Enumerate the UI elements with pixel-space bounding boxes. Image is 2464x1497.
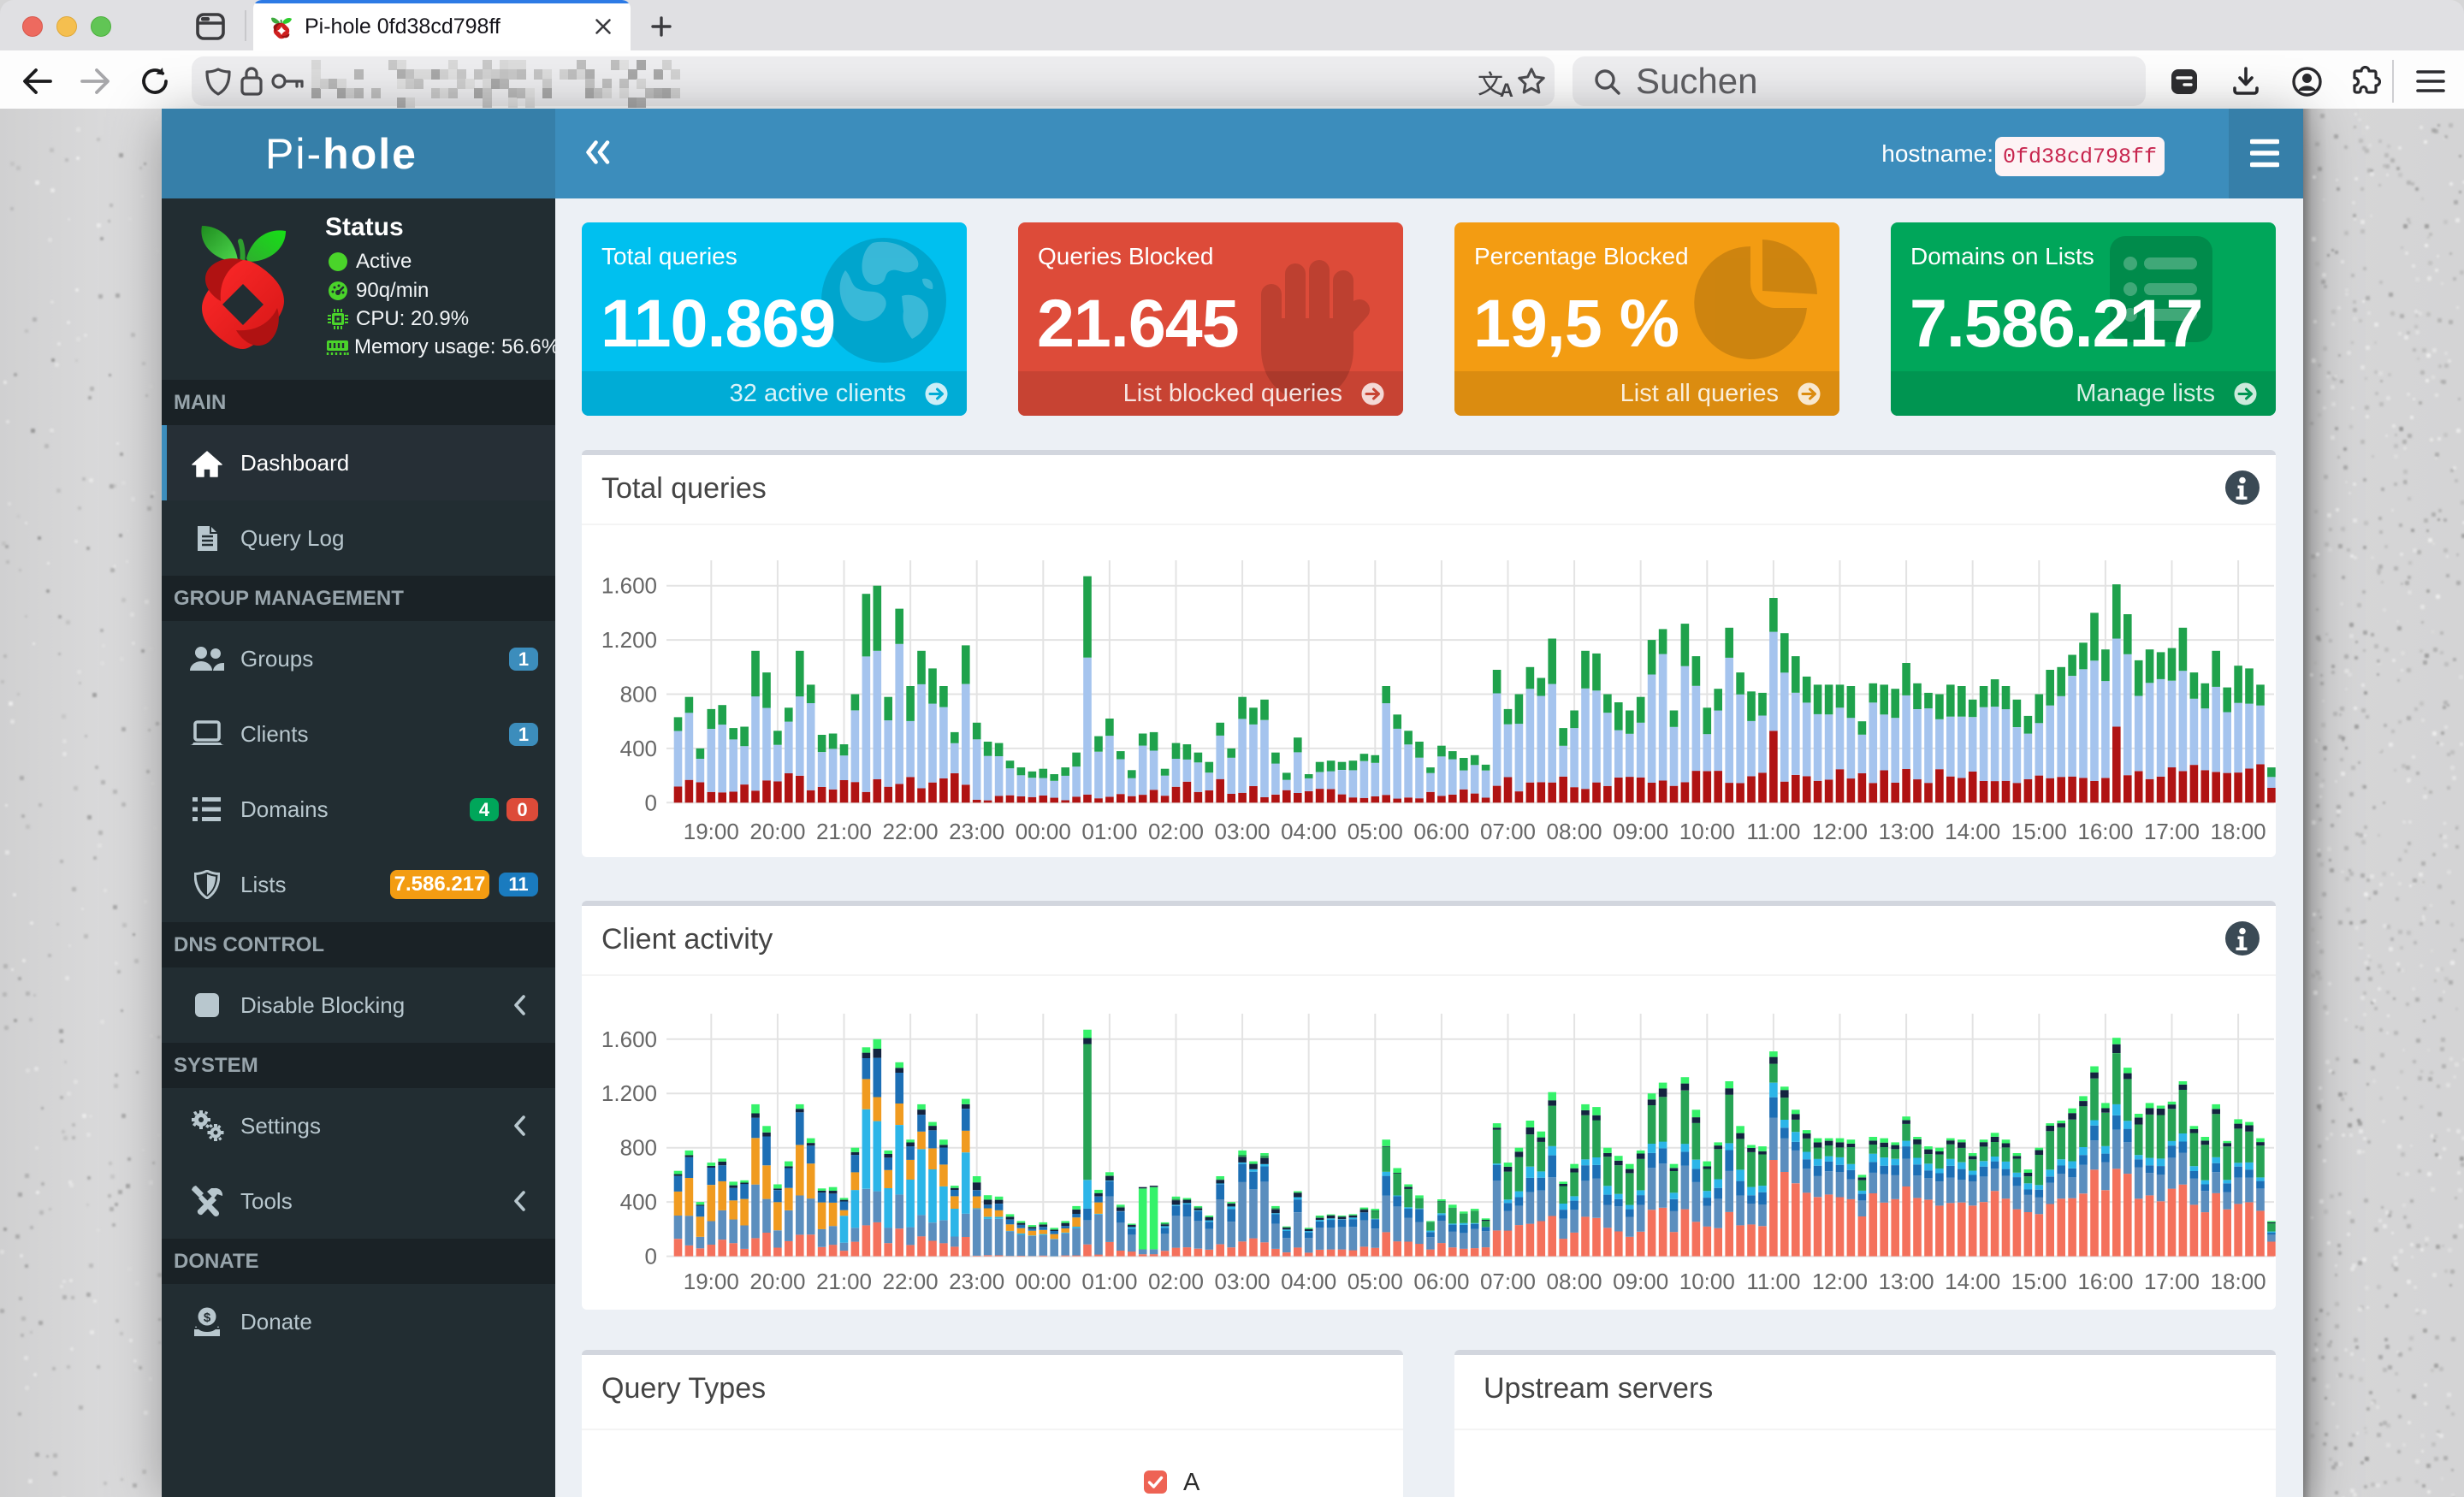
svg-text:08:00: 08:00	[1547, 1269, 1602, 1294]
svg-text:02:00: 02:00	[1148, 819, 1204, 844]
svg-text:1.600: 1.600	[601, 1027, 657, 1052]
svg-text:19:00: 19:00	[684, 1269, 739, 1294]
svg-text:07:00: 07:00	[1480, 819, 1536, 844]
svg-text:400: 400	[620, 736, 657, 761]
svg-text:12:00: 12:00	[1812, 1269, 1868, 1294]
svg-text:06:00: 06:00	[1413, 819, 1469, 844]
svg-text:01:00: 01:00	[1081, 819, 1137, 844]
svg-text:1.600: 1.600	[601, 573, 657, 599]
svg-text:23:00: 23:00	[949, 1269, 1004, 1294]
svg-text:18:00: 18:00	[2211, 1269, 2266, 1294]
svg-text:03:00: 03:00	[1215, 1269, 1270, 1294]
svg-text:00:00: 00:00	[1016, 1269, 1071, 1294]
svg-text:16:00: 16:00	[2077, 1269, 2133, 1294]
svg-text:10:00: 10:00	[1679, 819, 1735, 844]
svg-text:12:00: 12:00	[1812, 819, 1868, 844]
svg-text:0: 0	[645, 790, 657, 815]
svg-text:01:00: 01:00	[1081, 1269, 1137, 1294]
svg-text:400: 400	[620, 1189, 657, 1215]
svg-text:22:00: 22:00	[883, 1269, 939, 1294]
svg-text:20:00: 20:00	[749, 819, 805, 844]
svg-text:05:00: 05:00	[1348, 819, 1403, 844]
svg-text:800: 800	[620, 682, 657, 707]
svg-text:0: 0	[645, 1244, 657, 1269]
svg-text:00:00: 00:00	[1016, 819, 1071, 844]
svg-text:16:00: 16:00	[2077, 819, 2133, 844]
svg-text:21:00: 21:00	[816, 1269, 872, 1294]
svg-text:13:00: 13:00	[1879, 819, 1934, 844]
svg-text:18:00: 18:00	[2211, 819, 2266, 844]
svg-text:14:00: 14:00	[1945, 1269, 2000, 1294]
svg-text:03:00: 03:00	[1215, 819, 1270, 844]
svg-text:09:00: 09:00	[1613, 1269, 1668, 1294]
svg-text:23:00: 23:00	[949, 819, 1004, 844]
svg-text:06:00: 06:00	[1413, 1269, 1469, 1294]
svg-text:800: 800	[620, 1135, 657, 1161]
svg-text:$: $	[204, 1311, 211, 1325]
svg-text:15:00: 15:00	[2011, 819, 2067, 844]
svg-text:07:00: 07:00	[1480, 1269, 1536, 1294]
svg-text:19:00: 19:00	[684, 819, 739, 844]
svg-text:11:00: 11:00	[1746, 1269, 1800, 1294]
svg-text:09:00: 09:00	[1613, 819, 1668, 844]
svg-text:1.200: 1.200	[601, 1080, 657, 1106]
svg-text:1.200: 1.200	[601, 627, 657, 653]
svg-text:04:00: 04:00	[1281, 1269, 1336, 1294]
svg-text:13:00: 13:00	[1879, 1269, 1934, 1294]
svg-text:02:00: 02:00	[1148, 1269, 1204, 1294]
svg-text:14:00: 14:00	[1945, 819, 2000, 844]
svg-text:05:00: 05:00	[1348, 1269, 1403, 1294]
svg-text:17:00: 17:00	[2144, 1269, 2200, 1294]
svg-text:21:00: 21:00	[816, 819, 872, 844]
svg-text:17:00: 17:00	[2144, 819, 2200, 844]
svg-text:20:00: 20:00	[749, 1269, 805, 1294]
svg-text:15:00: 15:00	[2011, 1269, 2067, 1294]
svg-text:11:00: 11:00	[1746, 819, 1800, 844]
svg-text:04:00: 04:00	[1281, 819, 1336, 844]
svg-text:10:00: 10:00	[1679, 1269, 1735, 1294]
svg-text:08:00: 08:00	[1547, 819, 1602, 844]
svg-text:22:00: 22:00	[883, 819, 939, 844]
